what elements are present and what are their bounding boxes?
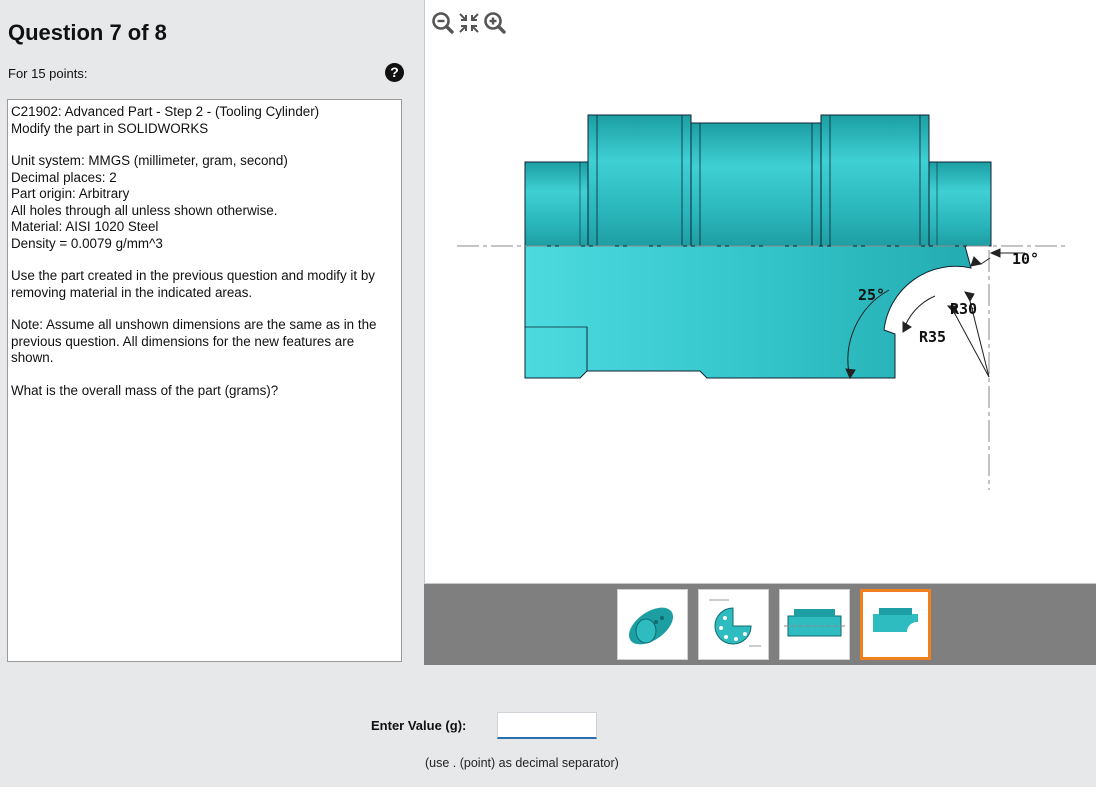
- question-line: Note: Assume all unshown dimensions are …: [11, 317, 377, 365]
- thumbnail-end-view-drawing[interactable]: [698, 589, 769, 660]
- thumbnail-side-view[interactable]: [779, 589, 850, 660]
- question-line: Part origin: Arbitrary: [11, 186, 130, 201]
- question-line: C21902: Advanced Part - Step 2 - (Toolin…: [11, 104, 320, 119]
- thumbnail-strip: [424, 584, 1096, 665]
- question-text-box[interactable]: C21902: Advanced Part - Step 2 - (Toolin…: [7, 99, 402, 662]
- dimension-angle-25: 25°: [858, 286, 885, 304]
- question-line: Density = 0.0079 g/mm^3: [11, 235, 163, 251]
- question-line: Unit system: MMGS (millimeter, gram, sec…: [11, 153, 288, 168]
- thumbnail-modified-side-view[interactable]: [860, 589, 931, 660]
- image-viewer: 10° 25° R30 R35: [424, 0, 1096, 584]
- question-circle-icon[interactable]: ?: [385, 63, 404, 82]
- points-label: For 15 points:: [8, 66, 88, 81]
- question-line: Material: AISI 1020 Steel: [11, 219, 159, 234]
- question-line: Use the part created in the previous que…: [11, 268, 375, 300]
- part-drawing: 10° 25° R30 R35: [457, 114, 1065, 490]
- question-line: Decimal places: 2: [11, 169, 117, 185]
- value-input-label: Enter Value (g):: [371, 718, 467, 733]
- question-line: All holes through all unless shown other…: [11, 202, 278, 218]
- part-upper-half: [524, 114, 992, 247]
- dimension-radius-35: R35: [919, 328, 946, 346]
- question-line: What is the overall mass of the part (gr…: [11, 382, 279, 398]
- mass-value-input[interactable]: [497, 712, 597, 739]
- question-title: Question 7 of 8: [8, 20, 167, 45]
- question-line: Modify the part in SOLIDWORKS: [11, 120, 209, 136]
- decimal-separator-note: (use . (point) as decimal separator): [425, 756, 619, 770]
- dimension-angle-10: 10°: [1012, 250, 1039, 268]
- dimension-radius-30: R30: [950, 300, 977, 318]
- thumbnail-isometric-view[interactable]: [617, 589, 688, 660]
